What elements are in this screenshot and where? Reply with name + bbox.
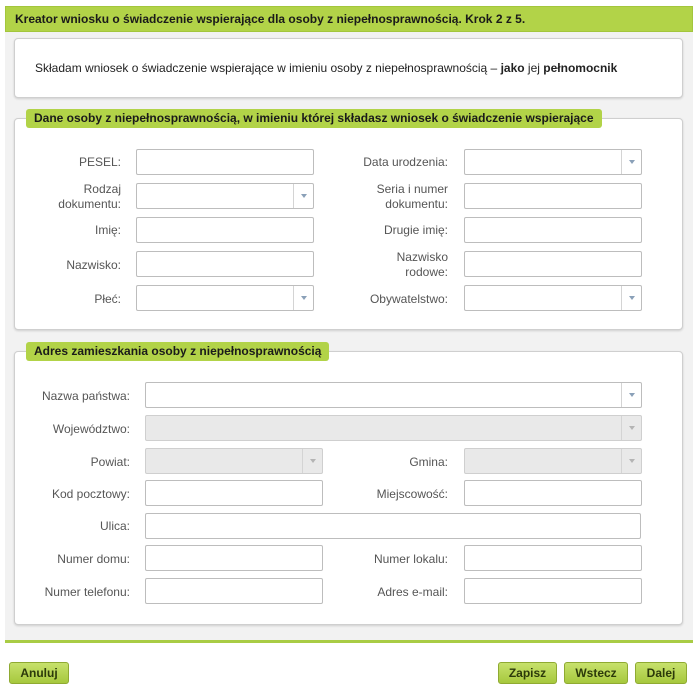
pesel-input[interactable] <box>136 149 314 175</box>
first-name-input[interactable] <box>136 217 314 243</box>
sex-select[interactable] <box>136 285 314 311</box>
document-number-label: Seria i numer dokumentu: <box>376 182 448 211</box>
citizenship-label: Obywatelstwo: <box>369 292 448 306</box>
address-section-legend: Adres zamieszkania osoby z niepełnospraw… <box>26 342 330 361</box>
apartment-number-input[interactable] <box>464 545 642 571</box>
back-button[interactable]: Wstecz <box>564 662 628 684</box>
chevron-down-icon[interactable] <box>293 286 313 310</box>
second-name-label: Drugie imię: <box>383 223 448 237</box>
phone-label: Numer telefonu: <box>44 585 130 599</box>
chevron-down-icon[interactable] <box>621 150 641 174</box>
wizard-title: Kreator wniosku o świadczenie wspierając… <box>5 6 693 32</box>
house-number-input[interactable] <box>145 545 323 571</box>
last-name-input[interactable] <box>136 251 314 277</box>
street-input[interactable] <box>145 513 641 539</box>
email-label: Adres e-mail: <box>377 585 448 599</box>
email-input[interactable] <box>464 578 642 604</box>
intro-bold-role: pełnomocnik <box>543 61 618 75</box>
first-name-label: Imię: <box>94 223 121 237</box>
country-label: Nazwa państwa: <box>41 389 130 403</box>
birth-date-select[interactable] <box>464 149 642 175</box>
voivodeship-select[interactable] <box>145 415 642 441</box>
house-number-label: Numer domu: <box>57 552 130 566</box>
apartment-number-label: Numer lokalu: <box>373 552 448 566</box>
commune-label: Gmina: <box>409 455 448 469</box>
postal-code-input[interactable] <box>145 480 323 506</box>
second-name-input[interactable] <box>464 217 642 243</box>
document-number-input[interactable] <box>464 183 642 209</box>
chevron-down-icon[interactable] <box>302 449 322 473</box>
pesel-label: PESEL: <box>78 155 121 169</box>
document-type-select[interactable] <box>136 183 314 209</box>
county-select[interactable] <box>145 448 323 474</box>
person-section-legend: Dane osoby z niepełnosprawnością, w imie… <box>26 109 602 128</box>
save-button[interactable]: Zapisz <box>498 662 557 684</box>
applicant-role-info: Składam wniosek o świadczenie wspierając… <box>14 38 683 98</box>
sex-label: Płeć: <box>94 292 121 306</box>
last-name-label: Nazwisko: <box>66 258 121 272</box>
voivodeship-label: Województwo: <box>52 422 130 436</box>
family-name-label: Nazwisko rodowe: <box>396 250 448 279</box>
chevron-down-icon[interactable] <box>621 286 641 310</box>
document-type-label: Rodzaj dokumentu: <box>58 182 121 211</box>
city-label: Miejscowość: <box>376 487 448 501</box>
next-button[interactable]: Dalej <box>635 662 687 684</box>
birth-date-label: Data urodzenia: <box>363 155 448 169</box>
cancel-button[interactable]: Anuluj <box>9 662 69 684</box>
citizenship-select[interactable] <box>464 285 642 311</box>
phone-input[interactable] <box>145 578 323 604</box>
chevron-down-icon[interactable] <box>293 184 313 208</box>
county-label: Powiat: <box>90 455 130 469</box>
postal-code-label: Kod pocztowy: <box>51 487 130 501</box>
family-name-input[interactable] <box>464 251 642 277</box>
city-input[interactable] <box>464 480 642 506</box>
chevron-down-icon[interactable] <box>621 449 641 473</box>
chevron-down-icon[interactable] <box>621 383 641 407</box>
commune-select[interactable] <box>464 448 642 474</box>
intro-bold-jako: jako <box>500 61 525 75</box>
intro-text-1: Składam wniosek o świadczenie wspierając… <box>35 61 501 75</box>
country-select[interactable] <box>145 382 642 408</box>
intro-text-2: jej <box>524 61 544 75</box>
chevron-down-icon[interactable] <box>621 416 641 440</box>
street-label: Ulica: <box>99 519 130 533</box>
